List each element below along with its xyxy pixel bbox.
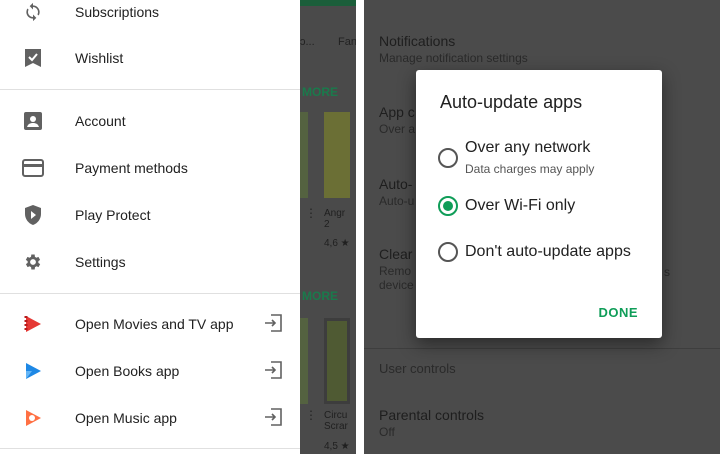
app-name: Circu (324, 410, 348, 421)
open-external-icon[interactable] (263, 407, 285, 429)
overflow-menu-icon[interactable]: ⋮ (305, 408, 317, 422)
app-thumbnail[interactable] (324, 318, 350, 404)
category-tab-fragment[interactable]: Fan (338, 36, 356, 48)
setting-title: Clear (379, 246, 413, 262)
drawer-item-label: Open Music app (75, 410, 177, 426)
store-toolbar-strip (300, 0, 356, 6)
books-icon (22, 360, 44, 382)
more-link[interactable]: MORE (302, 85, 338, 99)
left-screen: ɔ... Fan MORE ⋮ Angr 2 4,6 ★ MORE ⋮ Circ… (0, 0, 356, 454)
setting-subtitle: Remo (379, 264, 412, 278)
gear-icon (22, 251, 44, 273)
setting-title: App c (379, 104, 415, 120)
screen-gap (356, 0, 364, 454)
section-divider (364, 348, 720, 349)
app-name: Angr (324, 208, 346, 219)
option-any-network[interactable]: Over any network Data charges may apply (438, 139, 648, 184)
app-tile-partial[interactable] (300, 318, 308, 404)
setting-subtitle: Manage notification settings (379, 51, 528, 65)
subscriptions-icon (22, 1, 44, 23)
setting-app-download[interactable]: App c Over a (379, 104, 415, 136)
setting-title: Auto- (379, 176, 413, 192)
setting-clear-history[interactable]: Clear Remo device (379, 246, 414, 292)
setting-title: Notifications (379, 33, 456, 49)
setting-notifications[interactable]: Notifications Manage notification settin… (379, 33, 528, 65)
section-header-label: User controls (379, 361, 456, 376)
more-link[interactable]: MORE (302, 289, 338, 303)
open-external-icon[interactable] (263, 313, 285, 335)
shield-icon (22, 204, 44, 226)
account-icon (22, 110, 44, 132)
movies-icon (22, 313, 44, 335)
drawer-item-open-books[interactable]: Open Books app (0, 349, 300, 393)
app-name-line2: 2 (324, 219, 330, 230)
drawer-item-label: Open Books app (75, 363, 180, 379)
option-label: Over any network (465, 139, 591, 156)
app-tile-partial[interactable] (300, 112, 308, 198)
setting-title: Parental controls (379, 407, 485, 423)
navigation-drawer: Subscriptions Wishlist Account Payment m… (0, 0, 300, 454)
radio-wifi-only[interactable] (438, 196, 458, 216)
app-name-line2: Scrar (324, 421, 348, 432)
option-label: Over Wi-Fi only (465, 197, 576, 214)
payment-card-icon (22, 157, 44, 179)
option-wifi-only[interactable]: Over Wi-Fi only (438, 196, 648, 220)
setting-subtitle: Auto-u (379, 194, 415, 208)
drawer-divider (0, 448, 300, 449)
drawer-divider (0, 293, 300, 294)
done-button[interactable]: DONE (598, 305, 638, 320)
drawer-item-settings[interactable]: Settings (0, 240, 300, 284)
category-tab-fragment[interactable]: ɔ... (300, 36, 315, 48)
overflow-menu-icon[interactable]: ⋮ (305, 206, 317, 220)
drawer-item-wishlist[interactable]: Wishlist (0, 36, 300, 80)
app-rating: 4,6 ★ (324, 238, 350, 249)
right-screen: Notifications Manage notification settin… (364, 0, 720, 454)
drawer-item-subscriptions[interactable]: Subscriptions (0, 0, 300, 34)
option-sublabel: Data charges may apply (465, 162, 595, 176)
auto-update-dialog: Auto-update apps Over any network Data c… (416, 70, 662, 338)
drawer-divider (0, 89, 300, 90)
wishlist-icon (22, 47, 44, 69)
drawer-item-label: Payment methods (75, 160, 188, 176)
dialog-title: Auto-update apps (440, 92, 583, 112)
store-content-behind: ɔ... Fan MORE ⋮ Angr 2 4,6 ★ MORE ⋮ Circ… (300, 0, 356, 454)
drawer-item-label: Subscriptions (75, 4, 160, 20)
drawer-item-label: Wishlist (75, 50, 124, 66)
setting-subtitle-line2: device (379, 278, 414, 292)
music-icon (22, 407, 44, 429)
app-rating: 4,5 ★ (324, 441, 350, 452)
radio-dont-update[interactable] (438, 242, 458, 262)
section-header-user-controls: User controls (379, 361, 456, 376)
option-dont-update[interactable]: Don't auto-update apps (438, 242, 648, 266)
setting-parental-controls[interactable]: Parental controls Off (379, 407, 484, 439)
radio-any-network[interactable] (438, 148, 458, 168)
drawer-item-label: Play Protect (75, 207, 151, 223)
drawer-item-label: Settings (75, 254, 126, 270)
drawer-item-account[interactable]: Account (0, 99, 300, 143)
setting-subtitle: Over a (379, 122, 416, 136)
open-external-icon[interactable] (263, 360, 285, 382)
drawer-item-open-movies[interactable]: Open Movies and TV app (0, 302, 300, 346)
app-thumbnail[interactable] (324, 112, 350, 198)
option-label: Don't auto-update apps (465, 243, 631, 260)
drawer-item-label: Account (75, 113, 126, 129)
setting-auto-update[interactable]: Auto- Auto-u (379, 176, 414, 208)
drawer-item-label: Open Movies and TV app (75, 316, 234, 332)
drawer-item-play-protect[interactable]: Play Protect (0, 193, 300, 237)
setting-subtitle-fragment: s (664, 265, 670, 279)
drawer-item-open-music[interactable]: Open Music app (0, 396, 300, 440)
drawer-item-payment-methods[interactable]: Payment methods (0, 146, 300, 190)
setting-subtitle: Off (379, 425, 395, 439)
